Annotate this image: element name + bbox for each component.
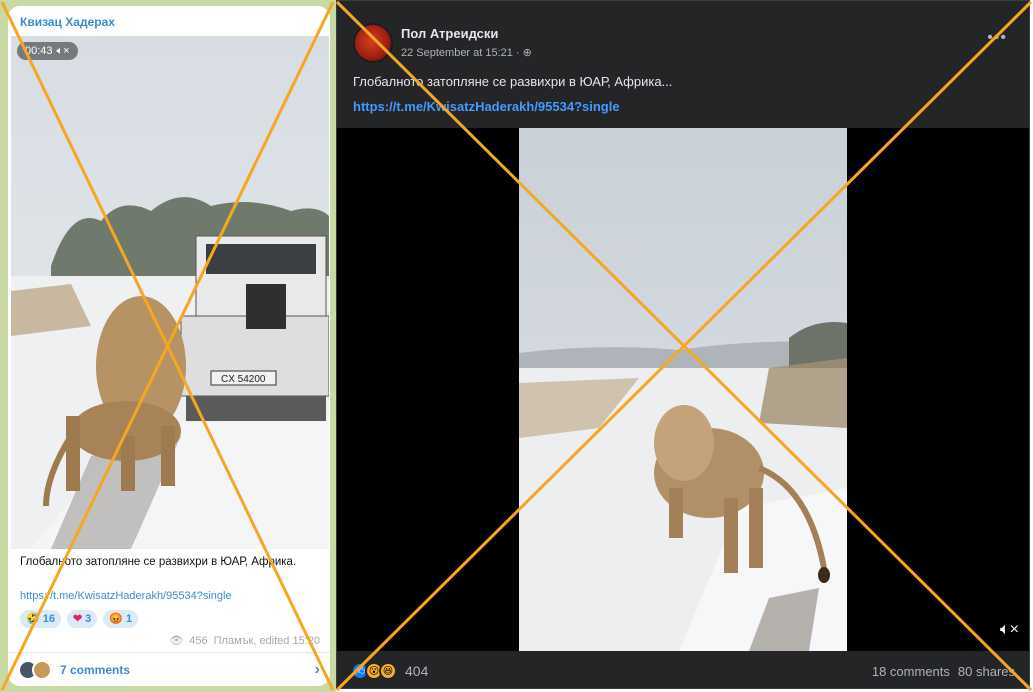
mute-icon[interactable]: 🔈︎×: [57, 42, 70, 60]
video-timer[interactable]: 00:43 🔈︎×: [17, 42, 78, 60]
mute-icon[interactable]: 🔈︎×: [1000, 621, 1019, 639]
reaction-count: 16: [42, 613, 55, 625]
video-frame: [519, 128, 847, 651]
author-name[interactable]: Пол Атреидски: [401, 26, 498, 41]
reaction-heart[interactable]: ❤ 3: [66, 610, 98, 628]
reaction-count: 3: [85, 613, 92, 625]
post-meta-text: Пламък, edited 15:20: [213, 634, 320, 647]
post-text: Глобалното затопляне се развихри в ЮАР, …: [353, 74, 673, 89]
post-footer: 👍︎ 😮︎ 😆︎ 404 18 comments 80 shares: [337, 653, 1029, 689]
angry-emoji-icon: 😡: [109, 613, 123, 625]
facebook-panel: Пол Атреидски 22 September at 15:21 · ⊕ …: [336, 0, 1033, 692]
telegram-panel: Квизац Хадерах CX 54200 00:43 🔈︎× Глобал…: [0, 0, 336, 692]
post-link[interactable]: https://t.me/KwisatzHaderakh/95534?singl…: [20, 590, 232, 602]
shares-count[interactable]: 80 shares: [958, 664, 1015, 679]
reactions: 🤣 16 ❤ 3 😡 1: [20, 610, 139, 628]
reaction-icons[interactable]: 👍︎ 😮︎ 😆︎: [351, 662, 397, 680]
comments-label: 7 comments: [60, 663, 131, 677]
eye-icon: 👁︎: [169, 635, 184, 647]
video-frame-lion-snow: [519, 128, 847, 651]
commenter-avatars: [18, 660, 52, 680]
reactions-count[interactable]: 404: [405, 663, 428, 679]
license-plate: CX 54200: [221, 374, 266, 385]
timer-text: 00:43: [25, 45, 53, 57]
channel-name[interactable]: Квизац Хадерах: [20, 15, 115, 29]
post-date[interactable]: 22 September at 15:21 · ⊕: [401, 46, 532, 60]
telegram-post: Квизац Хадерах CX 54200 00:43 🔈︎× Глобал…: [8, 6, 330, 686]
video-frame-lion-snow: CX 54200: [11, 36, 329, 549]
post-link[interactable]: https://t.me/KwisatzHaderakh/95534?singl…: [353, 99, 620, 114]
laugh-emoji-icon: 🤣: [26, 613, 40, 625]
post-stats: 18 comments 80 shares: [872, 664, 1015, 679]
globe-icon: ⊕: [522, 47, 532, 59]
reaction-count: 1: [126, 613, 133, 625]
reaction-angry[interactable]: 😡 1: [103, 610, 139, 628]
view-count: 456: [189, 634, 208, 647]
telegram-video[interactable]: CX 54200 00:43 🔈︎×: [11, 36, 329, 549]
chevron-right-icon: ›: [314, 661, 320, 678]
reaction-laugh[interactable]: 🤣 16: [20, 610, 61, 628]
divider: [8, 652, 330, 653]
heart-emoji-icon: ❤: [72, 613, 83, 625]
post-caption: Глобалното затопляне се развихри в ЮАР, …: [20, 556, 297, 568]
facebook-video[interactable]: 🔈︎×: [337, 128, 1029, 651]
more-options-icon[interactable]: •••: [987, 29, 1007, 47]
post-date-text: 22 September at 15:21 ·: [401, 46, 520, 59]
facebook-post: Пол Атреидски 22 September at 15:21 · ⊕ …: [336, 0, 1030, 689]
avatar[interactable]: [353, 23, 393, 63]
comments-button[interactable]: 7 comments ›: [18, 658, 320, 682]
laugh-icon: 😆︎: [379, 662, 397, 680]
comments-count[interactable]: 18 comments: [872, 664, 950, 679]
post-meta: 👁︎ 456 Пламък, edited 15:20: [169, 634, 320, 648]
avatar: [32, 660, 52, 680]
